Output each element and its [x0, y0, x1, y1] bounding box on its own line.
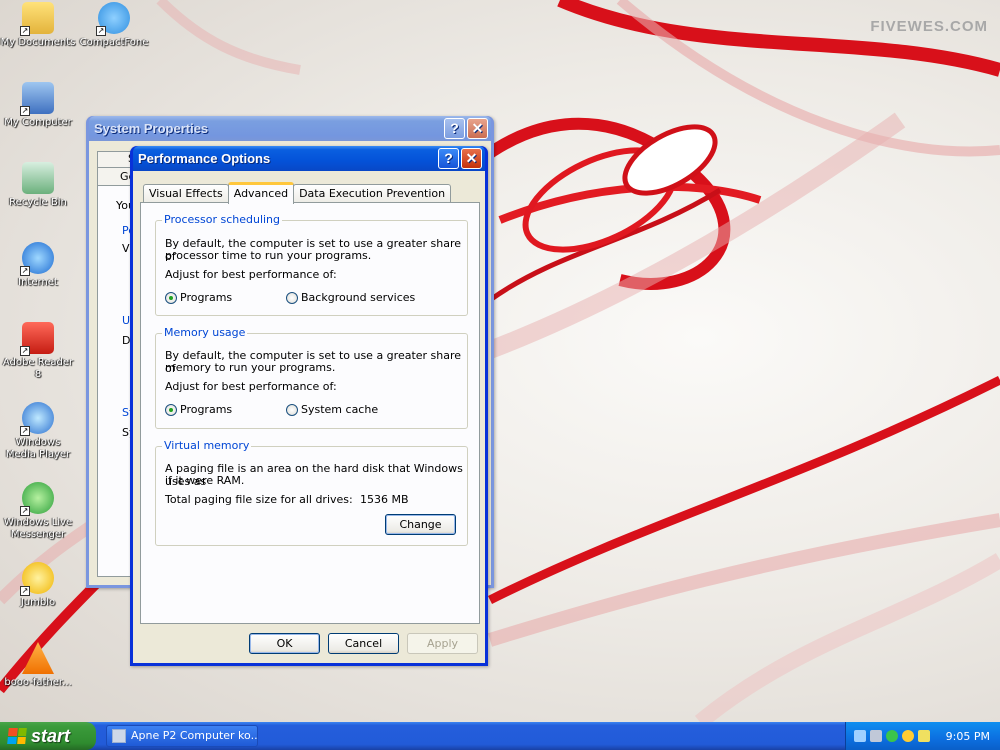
processor-background-services-radio[interactable]: Background services	[286, 291, 415, 304]
desktop-icon-label: Windows Media Player	[5, 437, 71, 460]
adobe-reader-icon: ↗	[20, 322, 54, 356]
desktop-icon-label: Adobe Reader 8	[2, 357, 74, 380]
radio-selected-icon	[165, 291, 177, 304]
clock[interactable]: 9:05 PM	[946, 730, 990, 743]
desktop-icon-label: Internet	[18, 277, 58, 288]
tab-data-execution-prevention[interactable]: Data Execution Prevention	[293, 184, 452, 203]
close-button[interactable]: ✕	[461, 148, 482, 169]
ok-button[interactable]: OK	[249, 633, 320, 654]
internet-explorer-icon: ↗	[20, 242, 54, 276]
radio-label: System cache	[301, 403, 379, 416]
desktop-icon-label: CompactFone	[79, 37, 149, 48]
memory-system-cache-radio[interactable]: System cache	[286, 403, 378, 416]
desktop-icon-media-player[interactable]: ↗ Windows Media Player	[0, 402, 76, 461]
desktop-icon-internet[interactable]: ↗ Internet	[0, 242, 76, 289]
processor-scheduling-group: Processor scheduling By default, the com…	[155, 213, 468, 316]
processor-adjust-label: Adjust for best performance of:	[165, 268, 337, 281]
desktop-icon-label: Jumblo	[20, 597, 56, 608]
my-computer-icon: ↗	[20, 82, 54, 116]
tab-label: Advanced	[233, 187, 289, 200]
apply-button[interactable]: Apply	[407, 633, 478, 654]
group-title: Virtual memory	[162, 439, 252, 452]
desktop-icon-my-documents[interactable]: ↗ My Documents	[0, 2, 76, 49]
network-icon[interactable]	[854, 730, 866, 742]
compactfone-icon: ↗	[96, 2, 130, 36]
tab-label: Visual Effects	[149, 187, 223, 200]
window-title: Performance Options	[138, 151, 271, 166]
media-player-icon: ↗	[20, 402, 54, 436]
memory-programs-radio[interactable]: Programs	[165, 403, 232, 416]
desktop-icon-label: My Computer	[4, 117, 72, 128]
help-button[interactable]: ?	[438, 148, 459, 169]
virtual-desc-line2: if it were RAM.	[165, 474, 245, 487]
performance-options-titlebar[interactable]: Performance Options ? ✕	[133, 146, 485, 171]
taskbar-window-button[interactable]: Apne P2 Computer ko...	[106, 725, 258, 747]
display-icon[interactable]	[870, 730, 882, 742]
advanced-panel: Processor scheduling By default, the com…	[140, 202, 480, 624]
system-tray: 9:05 PM	[845, 722, 1000, 750]
group-title: Processor scheduling	[162, 213, 283, 226]
taskbar-window-label: Apne P2 Computer ko...	[131, 729, 258, 742]
desktop-icon-messenger[interactable]: ↗ Windows Live Messenger	[0, 482, 76, 541]
close-button[interactable]: ✕	[467, 118, 488, 139]
desktop-icon-label: Windows Live Messenger	[3, 517, 73, 540]
help-button[interactable]: ?	[444, 118, 465, 139]
paging-file-total-label: Total paging file size for all drives:	[165, 493, 353, 506]
recycle-bin-icon	[22, 162, 54, 194]
start-button[interactable]: start	[0, 722, 96, 750]
virtual-memory-group: Virtual memory A paging file is an area …	[155, 439, 468, 546]
performance-options-window: Performance Options ? ✕ Visual Effects A…	[130, 146, 488, 666]
tab-visual-effects[interactable]: Visual Effects	[143, 184, 229, 203]
memory-usage-group: Memory usage By default, the computer is…	[155, 326, 468, 429]
radio-selected-icon	[165, 403, 177, 416]
watermark-text: FIVEWES.COM	[870, 18, 988, 35]
radio-unselected-icon	[286, 403, 298, 416]
desktop-icon-label: booo-father...	[4, 677, 72, 688]
radio-label: Background services	[301, 291, 416, 304]
desktop-icon-recycle-bin[interactable]: Recycle Bin	[0, 162, 76, 209]
desktop-icon-jumblo[interactable]: ↗ Jumblo	[0, 562, 76, 609]
desktop-icon-label: Recycle Bin	[9, 197, 67, 208]
desktop-icon-my-computer[interactable]: ↗ My Computer	[0, 82, 76, 129]
system-properties-titlebar[interactable]: System Properties ? ✕	[89, 116, 491, 141]
desktop-icon-adobe-reader[interactable]: ↗ Adobe Reader 8	[0, 322, 76, 381]
change-button[interactable]: Change	[385, 514, 456, 535]
start-label: start	[31, 725, 71, 746]
tab-label: Data Execution Prevention	[299, 187, 446, 200]
group-title: Memory usage	[162, 326, 248, 339]
window-title: System Properties	[94, 121, 209, 136]
vlc-icon	[22, 642, 54, 674]
paging-file-total-value: 1536 MB	[360, 493, 409, 506]
messenger-tray-icon[interactable]	[886, 730, 898, 742]
cancel-button[interactable]: Cancel	[328, 633, 399, 654]
my-documents-icon: ↗	[20, 2, 54, 36]
radio-label: Programs	[180, 403, 233, 416]
taskbar: start Apne P2 Computer ko... 9:05 PM	[0, 722, 1000, 750]
processor-programs-radio[interactable]: Programs	[165, 291, 232, 304]
jumblo-tray-icon[interactable]	[902, 730, 914, 742]
radio-unselected-icon	[286, 291, 298, 304]
memory-adjust-label: Adjust for best performance of:	[165, 380, 337, 393]
tab-advanced[interactable]: Advanced	[227, 182, 295, 204]
desktop-icon-compactfone[interactable]: ↗ CompactFone	[76, 2, 152, 49]
windows-logo-icon	[7, 728, 27, 744]
messenger-icon: ↗	[20, 482, 54, 516]
tab-strip: Visual Effects Advanced Data Execution P…	[139, 181, 452, 204]
jumblo-icon: ↗	[20, 562, 54, 596]
memory-desc-line2: memory to run your programs.	[165, 361, 336, 374]
desktop-icon-vlc[interactable]: booo-father...	[0, 642, 76, 689]
system-properties-icon	[112, 729, 126, 743]
processor-desc-line2: processor time to run your programs.	[165, 249, 372, 262]
radio-label: Programs	[180, 291, 233, 304]
security-icon[interactable]	[918, 730, 930, 742]
desktop-icon-label: My Documents	[0, 37, 76, 48]
